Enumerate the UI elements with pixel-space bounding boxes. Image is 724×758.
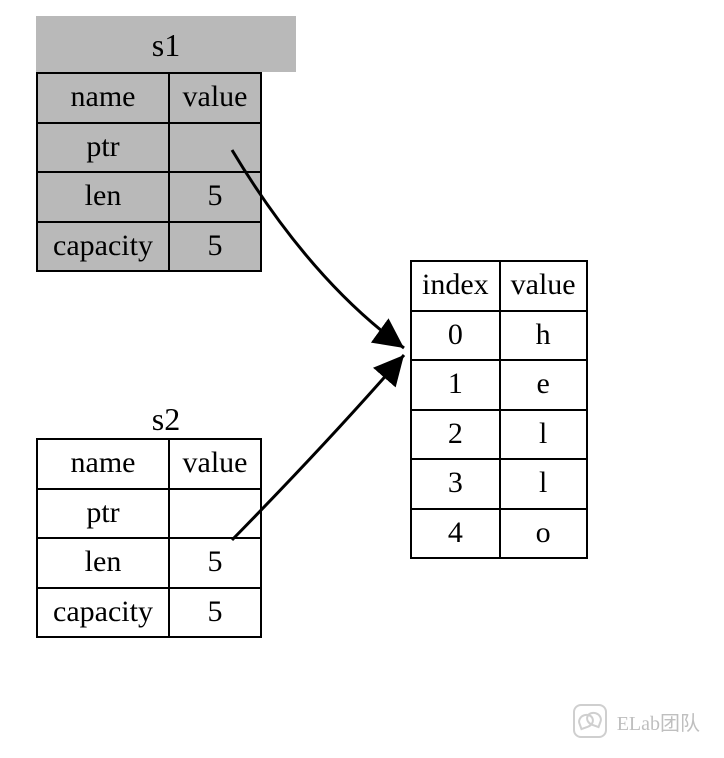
table-row: name value [37, 73, 261, 123]
wechat-icon [573, 704, 607, 738]
header-index: index [411, 261, 500, 311]
cell-name: ptr [37, 489, 169, 539]
cell-value: 5 [169, 172, 261, 222]
header-value: value [500, 261, 587, 311]
cell-name: capacity [37, 588, 169, 638]
struct-s1-table: name value ptr len 5 capacity 5 [36, 72, 262, 272]
table-row: index value [411, 261, 587, 311]
header-name: name [37, 439, 169, 489]
table-row: 1 e [411, 360, 587, 410]
table-row: 3 l [411, 459, 587, 509]
watermark-text: ELab团队 [617, 707, 700, 736]
struct-s2-title: s2 [36, 400, 296, 438]
cell-value: o [500, 509, 587, 559]
cell-value: 5 [169, 588, 261, 638]
table-row: 0 h [411, 311, 587, 361]
table-row: len 5 [37, 538, 261, 588]
table-row: name value [37, 439, 261, 489]
cell-value: 5 [169, 538, 261, 588]
cell-value: e [500, 360, 587, 410]
table-row: ptr [37, 123, 261, 173]
cell-index: 0 [411, 311, 500, 361]
header-value: value [169, 439, 261, 489]
table-row: 4 o [411, 509, 587, 559]
struct-s1: s1 name value ptr len 5 capacity 5 [36, 16, 296, 272]
cell-index: 2 [411, 410, 500, 460]
cell-name: len [37, 172, 169, 222]
header-name: name [37, 73, 169, 123]
cell-value: h [500, 311, 587, 361]
table-row: ptr [37, 489, 261, 539]
cell-value: l [500, 410, 587, 460]
cell-value: l [500, 459, 587, 509]
cell-name: ptr [37, 123, 169, 173]
cell-value [169, 123, 261, 173]
table-row: capacity 5 [37, 222, 261, 272]
cell-index: 4 [411, 509, 500, 559]
heap-buffer: index value 0 h 1 e 2 l 3 l 4 o [410, 260, 588, 559]
table-row: len 5 [37, 172, 261, 222]
cell-value: 5 [169, 222, 261, 272]
watermark: ELab团队 [573, 704, 700, 738]
cell-name: capacity [37, 222, 169, 272]
table-row: 2 l [411, 410, 587, 460]
struct-s2-table: name value ptr len 5 capacity 5 [36, 438, 262, 638]
table-row: capacity 5 [37, 588, 261, 638]
cell-index: 3 [411, 459, 500, 509]
cell-name: len [37, 538, 169, 588]
heap-table: index value 0 h 1 e 2 l 3 l 4 o [410, 260, 588, 559]
struct-s1-title: s1 [36, 16, 296, 72]
cell-value [169, 489, 261, 539]
struct-s2: s2 name value ptr len 5 capacity 5 [36, 400, 296, 638]
header-value: value [169, 73, 261, 123]
cell-index: 1 [411, 360, 500, 410]
